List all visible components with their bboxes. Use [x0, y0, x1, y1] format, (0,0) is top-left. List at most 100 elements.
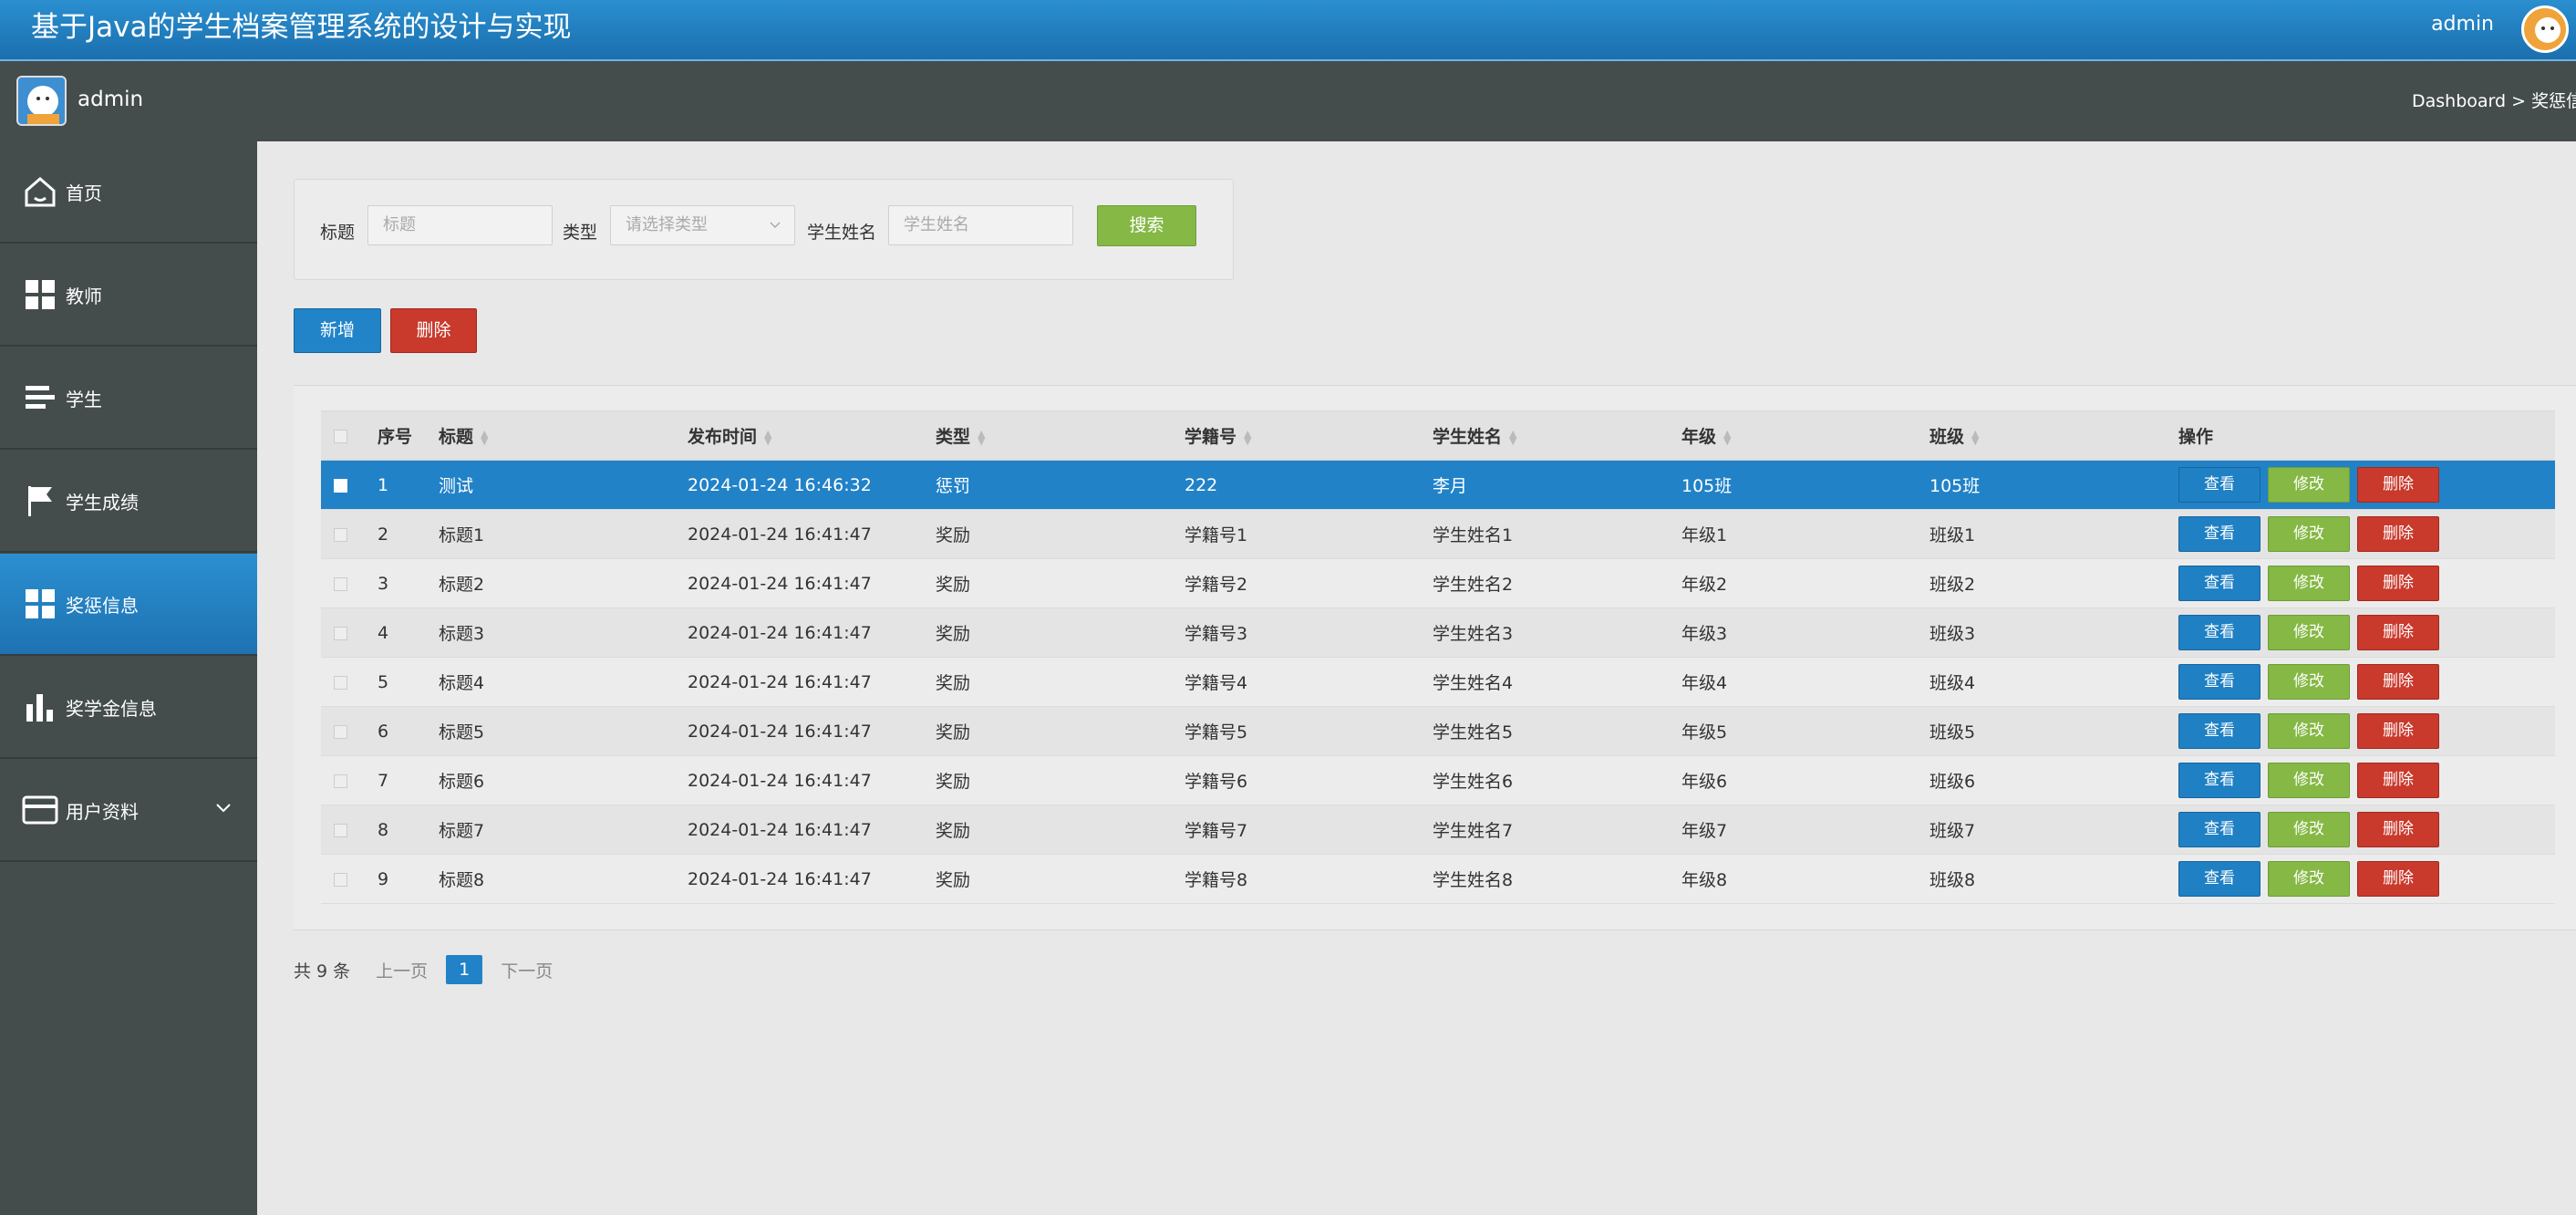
table-cell: 学籍号3 [1185, 624, 1248, 644]
column-header[interactable]: 班级 ▲ ▼ [1929, 411, 2178, 461]
table-cell: 标题5 [439, 722, 485, 742]
row-delete-button[interactable]: 删除 [2357, 812, 2439, 847]
header-avatar[interactable] [2521, 5, 2569, 53]
view-button[interactable]: 查看 [2178, 566, 2260, 601]
table-cell: 年级2 [1681, 575, 1728, 595]
grid-icon [22, 586, 58, 622]
column-header[interactable]: 类型 ▲ ▼ [936, 411, 1185, 461]
sidebar-item-teacher[interactable]: 教师 [0, 244, 257, 347]
table-cell: 学生姓名3 [1433, 624, 1514, 644]
prev-page-link[interactable]: 上一页 [376, 958, 428, 982]
table-row[interactable]: 5 标题4 2024-01-24 16:41:47 奖励 学籍号4 学生姓名4 年级4 班级4… [321, 657, 2555, 707]
row-delete-button[interactable]: 删除 [2357, 713, 2439, 749]
table-row[interactable]: 6 标题5 2024-01-24 16:41:47 奖励 学籍号5 学生姓名5 年级5 班级5… [321, 706, 2555, 756]
view-button[interactable]: 查看 [2178, 713, 2260, 749]
view-button[interactable]: 查看 [2178, 516, 2260, 552]
view-button[interactable]: 查看 [2178, 763, 2260, 798]
edit-button[interactable]: 修改 [2268, 566, 2350, 601]
row-checkbox[interactable] [334, 626, 347, 640]
data-table: 序号 标题 ▲ ▼ 发布时间 ▲ ▼ 类型 ▲ ▼ 学籍号 ▲ ▼ 学生姓名 ▲ ▼ 年级 ▲ ▼ 班级… [321, 410, 2555, 904]
edit-button[interactable]: 修改 [2268, 664, 2350, 700]
table-cell: 105班 [1929, 476, 1981, 496]
table-cell: 6 [378, 721, 389, 742]
sidebar-item-scholarship[interactable]: 奖学金信息 [0, 657, 257, 759]
sidebar-item-home[interactable]: 首页 [0, 141, 257, 244]
table-row[interactable]: 4 标题3 2024-01-24 16:41:47 奖励 学籍号3 学生姓名3 年级3 班级3… [321, 608, 2555, 658]
home-icon [22, 173, 58, 210]
table-row[interactable]: 9 标题8 2024-01-24 16:41:47 奖励 学籍号8 学生姓名8 年级8 班级8… [321, 854, 2555, 904]
sort-icon: ▲ ▼ [1971, 427, 1980, 447]
view-button[interactable]: 查看 [2178, 861, 2260, 897]
row-delete-button[interactable]: 删除 [2357, 467, 2439, 503]
view-button[interactable]: 查看 [2178, 615, 2260, 650]
header-username[interactable]: admin [2431, 11, 2494, 38]
sidebar-item-student[interactable]: 学生 [0, 348, 257, 450]
row-delete-button[interactable]: 删除 [2357, 763, 2439, 798]
row-actions: 查看 修改 删除 [2178, 658, 2555, 707]
table-row[interactable]: 1 测试 2024-01-24 16:46:32 惩罚 222 李月 105班 105班 查看修… [321, 460, 2555, 510]
row-checkbox[interactable] [334, 823, 347, 837]
row-checkbox[interactable] [334, 675, 347, 690]
column-header[interactable]: 年级 ▲ ▼ [1681, 411, 1929, 461]
table-cell: 奖励 [936, 624, 971, 644]
edit-button[interactable]: 修改 [2268, 763, 2350, 798]
title-search-input[interactable]: 标题 [367, 205, 553, 245]
edit-button[interactable]: 修改 [2268, 861, 2350, 897]
row-checkbox[interactable] [334, 527, 347, 542]
sidebar-item-rewards[interactable]: 奖惩信息 [0, 554, 257, 656]
view-button[interactable]: 查看 [2178, 664, 2260, 700]
row-actions: 查看 修改 删除 [2178, 608, 2555, 658]
add-button[interactable]: 新增 [294, 308, 381, 353]
row-actions: 查看 修改 删除 [2178, 510, 2555, 559]
select-all-checkbox[interactable] [334, 429, 347, 443]
view-button[interactable]: 查看 [2178, 467, 2260, 503]
row-delete-button[interactable]: 删除 [2357, 861, 2439, 897]
table-cell: 奖励 [936, 870, 971, 890]
table-row[interactable]: 2 标题1 2024-01-24 16:41:47 奖励 学籍号1 学生姓名1 年级1 班级1… [321, 509, 2555, 559]
table-row[interactable]: 3 标题2 2024-01-24 16:41:47 奖励 学籍号2 学生姓名2 年级2 班级2… [321, 558, 2555, 608]
table-cell: 标题3 [439, 624, 485, 644]
edit-button[interactable]: 修改 [2268, 615, 2350, 650]
card-icon [22, 792, 58, 828]
row-checkbox[interactable] [334, 478, 347, 493]
row-delete-button[interactable]: 删除 [2357, 664, 2439, 700]
view-button[interactable]: 查看 [2178, 812, 2260, 847]
next-page-link[interactable]: 下一页 [501, 958, 553, 982]
table-cell: 学籍号6 [1185, 772, 1248, 792]
table-cell: 奖励 [936, 673, 971, 693]
table-cell: 学籍号2 [1185, 575, 1248, 595]
avatar[interactable] [16, 76, 67, 126]
table-row[interactable]: 8 标题7 2024-01-24 16:41:47 奖励 学籍号7 学生姓名7 年级7 班级7… [321, 805, 2555, 855]
type-select[interactable]: 请选择类型 [610, 205, 795, 245]
name-search-input[interactable]: 学生姓名 [888, 205, 1073, 245]
row-checkbox[interactable] [334, 576, 347, 591]
table-row[interactable]: 7 标题6 2024-01-24 16:41:47 奖励 学籍号6 学生姓名6 年级6 班级6… [321, 755, 2555, 805]
table-cell: 标题8 [439, 870, 485, 890]
row-checkbox[interactable] [334, 724, 347, 739]
row-checkbox[interactable] [334, 872, 347, 887]
delete-button[interactable]: 删除 [390, 308, 477, 353]
row-actions: 查看 修改 删除 [2178, 855, 2555, 904]
column-header[interactable]: 发布时间 ▲ ▼ [688, 411, 936, 461]
edit-button[interactable]: 修改 [2268, 713, 2350, 749]
table-cell: 年级8 [1681, 870, 1728, 890]
sidebar-item-scores[interactable]: 学生成绩 [0, 451, 257, 553]
edit-button[interactable]: 修改 [2268, 467, 2350, 503]
edit-button[interactable]: 修改 [2268, 516, 2350, 552]
row-delete-button[interactable]: 删除 [2357, 615, 2439, 650]
column-header[interactable]: 学生姓名 ▲ ▼ [1433, 411, 1681, 461]
sort-icon: ▲ ▼ [1509, 427, 1517, 447]
row-delete-button[interactable]: 删除 [2357, 566, 2439, 601]
row-checkbox[interactable] [334, 774, 347, 788]
sidebar-item-profile[interactable]: 用户资料 [0, 760, 257, 862]
row-delete-button[interactable]: 删除 [2357, 516, 2439, 552]
table-cell: 7 [378, 770, 389, 791]
edit-button[interactable]: 修改 [2268, 812, 2350, 847]
sidebar-item-label: 用户资料 [66, 800, 139, 823]
current-page[interactable]: 1 [446, 955, 483, 984]
search-button[interactable]: 搜索 [1097, 205, 1196, 246]
column-header[interactable]: 标题 ▲ ▼ [439, 411, 688, 461]
column-header[interactable]: 学籍号 ▲ ▼ [1185, 411, 1433, 461]
type-select-value: 请选择类型 [626, 215, 708, 234]
table-cell: 标题2 [439, 575, 485, 595]
